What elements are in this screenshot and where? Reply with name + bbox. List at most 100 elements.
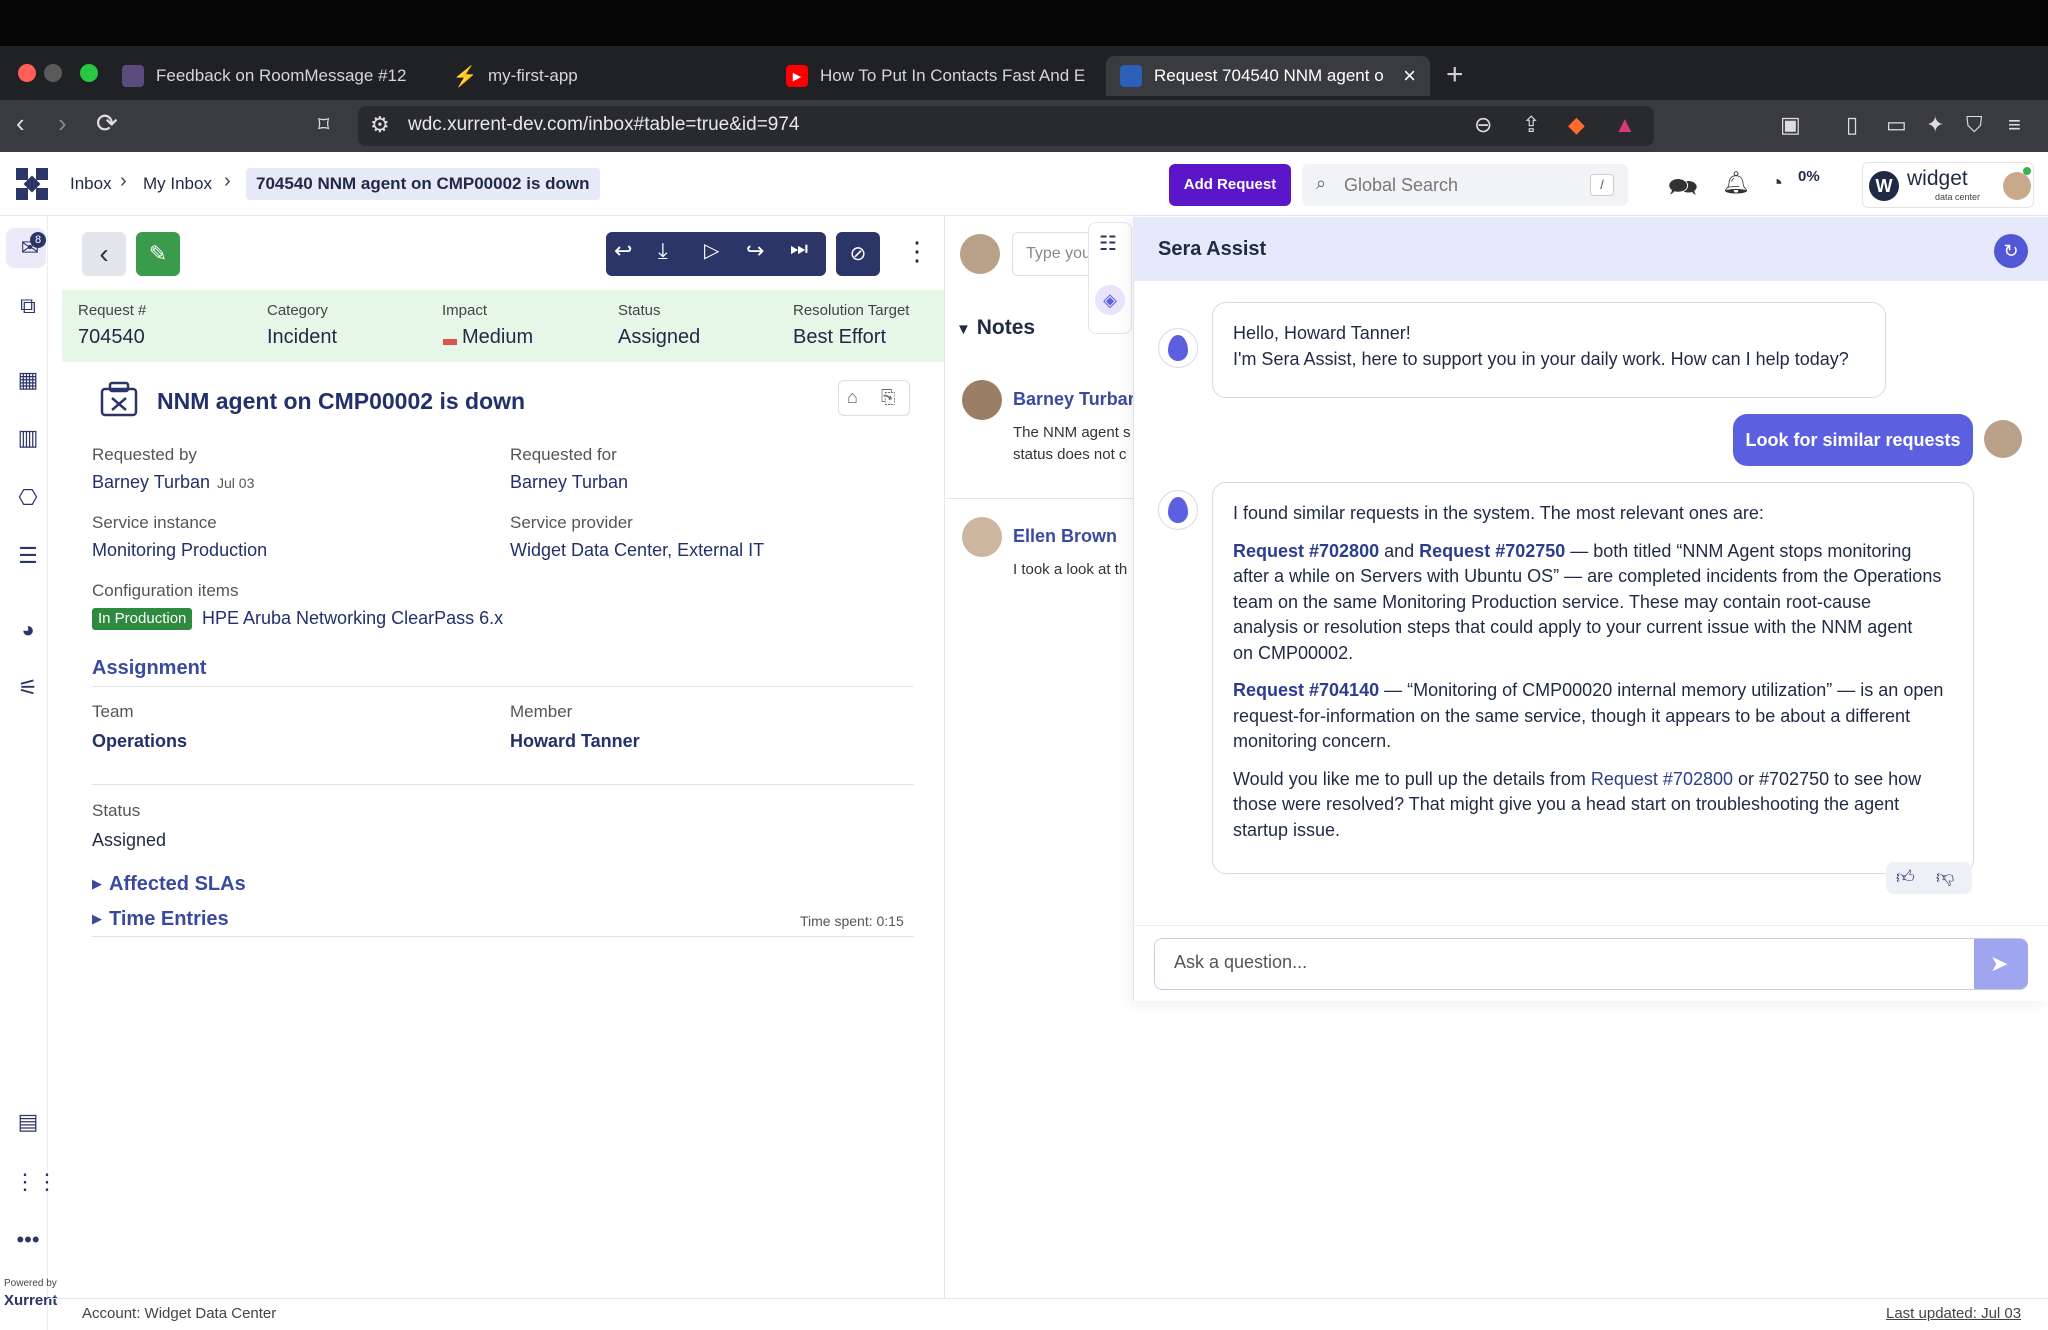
browser-tab[interactable]: ⚡ my-first-app (440, 56, 758, 96)
settings-sliders-icon[interactable]: ⚟ (14, 674, 42, 702)
leo-ai-icon[interactable]: ✦ (1926, 112, 1944, 138)
note-author[interactable]: Barney Turban (1013, 389, 1139, 410)
sera-message: I found similar requests in the system. … (1212, 482, 1974, 874)
forward-action-icon[interactable]: ↪ (746, 238, 764, 264)
status-value[interactable]: Assigned (618, 326, 700, 349)
note-text: status does not c (1013, 446, 1127, 463)
reload-icon[interactable]: ⟳ (96, 108, 118, 139)
sidebar-icon[interactable]: ▯ (1846, 112, 1858, 138)
chevron-right-icon: › (224, 170, 231, 192)
configuration-item-link[interactable]: HPE Aruba Networking ClearPass 6.x (202, 608, 503, 629)
copy-icon[interactable]: ⎘ (881, 387, 895, 408)
global-search-input[interactable]: ⌕ Global Search / (1302, 164, 1628, 206)
collapse-triangle-icon: ▼ (956, 321, 971, 338)
apps-grid-icon[interactable]: ⋮⋮ (14, 1168, 58, 1196)
notes-panel-icon[interactable]: ☷ (1099, 231, 1117, 256)
breadcrumb-my-inbox[interactable]: My Inbox (143, 174, 212, 194)
time-entries-toggle[interactable]: Time Entries (109, 908, 229, 931)
close-tab-icon[interactable]: × (1403, 63, 1416, 89)
divider (946, 498, 1134, 499)
report-icon[interactable]: ▤ (14, 1108, 42, 1136)
play-icon[interactable]: ▷ (704, 238, 719, 263)
vpn-icon[interactable]: ⛉ (1966, 112, 1983, 138)
service-instance-link[interactable]: Monitoring Production (92, 540, 267, 561)
zoom-icon[interactable]: ⊖ (1474, 112, 1492, 138)
documents-icon[interactable]: ⧉ (14, 292, 42, 320)
sera-assist-icon[interactable]: ◈ (1095, 285, 1125, 315)
request-link[interactable]: Request #704140 (1233, 680, 1379, 700)
requested-for-link[interactable]: Barney Turban (510, 472, 628, 493)
user-message: Look for similar requests (1733, 414, 1973, 466)
library-icon[interactable]: ▥ (14, 424, 42, 452)
team-link[interactable]: Operations (92, 731, 187, 752)
rewards-icon[interactable]: ▲ (1614, 112, 1636, 138)
save-download-icon[interactable]: ⤓ (658, 238, 668, 264)
forward-icon[interactable]: › (58, 108, 67, 139)
impact-value[interactable]: Medium (462, 326, 533, 349)
account-label: Account: Widget Data Center (82, 1305, 277, 1322)
note-author[interactable]: Ellen Brown (1013, 526, 1117, 547)
back-icon[interactable]: ‹ (16, 108, 25, 139)
chat-icon[interactable]: 🗪 (1668, 170, 1698, 211)
refresh-icon[interactable]: ↻ (1994, 234, 2028, 268)
divider (1133, 925, 2048, 926)
thumbs-down-icon[interactable]: 👎︎ (1936, 866, 1954, 888)
calendar-icon[interactable]: ▦ (14, 366, 42, 394)
sera-message: Hello, Howard Tanner! I'm Sera Assist, h… (1212, 302, 1886, 398)
list-icon[interactable]: ☰ (14, 542, 42, 570)
add-request-button[interactable]: Add Request (1169, 164, 1291, 206)
workflow-icon[interactable]: ⎔ (14, 484, 42, 512)
maximize-window-button[interactable] (80, 64, 98, 82)
menu-icon[interactable]: ≡ (2008, 112, 2021, 138)
browser-tab[interactable]: ▶ How To Put In Contacts Fast And E (772, 56, 1088, 96)
feedback-buttons: 👍︎ 👎︎ (1886, 862, 1972, 894)
browser-tab-active[interactable]: Request 704540 NNM agent o × (1106, 56, 1430, 96)
category-value[interactable]: Incident (267, 326, 337, 349)
more-options-icon[interactable]: ⋮ (904, 236, 930, 267)
youtube-favicon-icon: ▶ (786, 65, 808, 87)
xurrent-logo-icon[interactable] (14, 166, 50, 202)
request-link[interactable]: Request #702750 (1419, 541, 1565, 561)
bell-icon[interactable]: 🔔︎ (1722, 170, 1750, 196)
last-updated-link[interactable]: Last updated: Jul 03 (1886, 1305, 2021, 1322)
xurrent-favicon-icon (122, 65, 144, 87)
member-link[interactable]: Howard Tanner (510, 731, 640, 752)
close-window-button[interactable] (18, 64, 36, 82)
skip-next-icon[interactable]: ⏭ (790, 238, 808, 261)
service-provider-link[interactable]: Widget Data Center, External IT (510, 540, 764, 561)
share-icon[interactable]: ⇪ (1522, 112, 1540, 138)
minimize-window-button[interactable] (44, 64, 62, 82)
notes-heading[interactable]: ▼ Notes (956, 316, 1035, 340)
breadcrumb-inbox[interactable]: Inbox (70, 174, 112, 194)
expand-triangle-icon: ▶ (92, 876, 102, 891)
search-shortcut-key: / (1590, 174, 1614, 196)
site-settings-icon[interactable]: ⚙ (370, 112, 390, 138)
affected-slas-toggle[interactable]: Affected SLAs (109, 873, 246, 896)
more-icon[interactable]: ••• (14, 1226, 42, 1254)
back-button[interactable]: ‹ (82, 232, 126, 276)
timer-icon[interactable]: ◔ (1770, 170, 1783, 196)
new-tab-button[interactable]: + (1446, 58, 1464, 92)
widget-logo-icon: W (1869, 171, 1899, 201)
requested-by-link[interactable]: Barney Turban (92, 472, 210, 493)
browser-tab[interactable]: Feedback on RoomMessage #12 (108, 56, 426, 96)
hide-toggle-button[interactable]: ⊘ (836, 232, 880, 276)
reply-icon[interactable]: ↩ (614, 238, 632, 264)
send-button[interactable]: ➤ (1974, 939, 2028, 989)
analytics-icon[interactable]: ◕ (14, 616, 42, 644)
wallet-icon[interactable]: ▭ (1886, 112, 1907, 138)
user-avatar[interactable] (2003, 172, 2031, 200)
tag-icon[interactable]: ⌂ (847, 387, 858, 408)
sera-assist-title: Sera Assist (1158, 238, 1267, 260)
edit-button[interactable]: ✎ (136, 232, 180, 276)
bookmark-icon[interactable]: ⌑ (318, 112, 329, 138)
request-link[interactable]: Request #702800 (1591, 769, 1733, 789)
screenshot-icon[interactable]: ▣ (1780, 112, 1801, 138)
account-switcher[interactable]: W widget data center (1862, 162, 2034, 208)
thumbs-up-icon[interactable]: 👍︎ (1896, 866, 1915, 888)
request-link[interactable]: Request #702800 (1233, 541, 1379, 561)
brave-shield-icon[interactable]: ◆ (1568, 112, 1585, 138)
note-author-avatar (962, 517, 1002, 557)
divider (92, 686, 914, 687)
divider (92, 784, 914, 785)
